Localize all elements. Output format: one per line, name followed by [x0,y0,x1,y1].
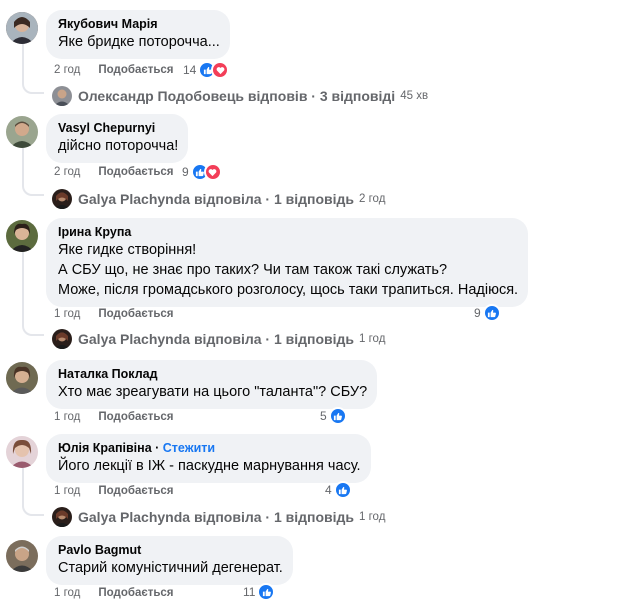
reaction-summary[interactable]: 11 [243,583,276,600]
thumbs-up-icon [328,407,347,425]
like-button[interactable]: Подобається [98,64,173,76]
like-button[interactable]: Подобається [98,166,173,178]
comment-time[interactable]: 2 год [54,64,80,76]
reaction-count: 14 [183,63,197,77]
comment-time[interactable]: 1 год [54,411,80,423]
avatar[interactable] [6,12,38,44]
thumbs-up-icon [333,481,352,499]
reaction-count: 9 [474,306,481,320]
like-button[interactable]: Подобається [98,587,173,599]
reply-avatar [52,189,72,209]
avatar[interactable] [6,362,38,394]
replies-time: 1 год [359,333,386,345]
comment-text: Хто має зреагувати на цього "таланта"? С… [58,384,368,400]
reaction-count: 4 [325,483,332,497]
reaction-count: 9 [182,165,189,179]
avatar[interactable] [6,116,38,148]
avatar[interactable] [6,436,38,468]
follow-button[interactable]: Стежити [163,441,215,455]
view-replies[interactable]: Galya Plachynda відповіла · 1 відповідь 1… [52,506,385,528]
thread-line [22,466,24,500]
reaction-count: 11 [243,585,256,599]
avatar[interactable] [6,540,38,572]
like-button[interactable]: Подобається [98,485,173,497]
thread-elbow [22,76,44,94]
thread-line [22,146,24,180]
reply-avatar [52,507,72,527]
comment-author[interactable]: Наталка Поклад [58,366,367,382]
reaction-summary[interactable]: 4 [325,481,352,499]
comment-text: Яке бридке поторочча... [58,34,220,50]
comment-author[interactable]: Vasyl Chepurnyi [58,120,178,136]
thread-elbow [22,318,44,336]
reaction-summary[interactable]: 9 [182,163,222,181]
thumbs-up-icon [482,304,501,322]
comment-bubble: Якубович Марія Яке бридке поторочча... [46,10,230,59]
reaction-summary[interactable]: 5 [320,407,347,425]
like-button[interactable]: Подобається [98,308,173,320]
replies-label[interactable]: Galya Plachynda відповіла · 1 відповідь [78,331,354,347]
view-replies[interactable]: Galya Plachynda відповіла · 1 відповідь 1… [52,328,385,350]
comment-time[interactable]: 2 год [54,166,80,178]
comment-meta: 1 год Подобається [54,483,174,499]
comment-text: Яке гидке створіння! [58,242,197,258]
replies-time: 1 год [359,511,386,523]
avatar[interactable] [6,220,38,252]
comment-time[interactable]: 1 год [54,485,80,497]
heart-icon [203,163,222,181]
comment-author[interactable]: Юлія Крапівіна · Стежити [58,440,361,456]
thread-line [22,250,24,320]
comment-meta: 1 год Подобається [54,585,174,600]
replies-label[interactable]: Galya Plachynda відповіла · 1 відповідь [78,509,354,525]
comment-author-name[interactable]: Юлія Крапівіна [58,441,152,455]
comment-text: Його лекції в ІЖ - паскудне марнування ч… [58,458,361,474]
comment-author[interactable]: Ірина Крупа [58,224,518,240]
comment-text: Старий комуністичний дегенерат. [58,560,283,576]
reaction-summary[interactable]: 14 [183,61,230,79]
comment-bubble: Pavlo Bagmut Старий комуністичний дегене… [46,536,293,585]
view-replies[interactable]: Олександр Подобовець відповів · 3 відпов… [52,85,428,107]
heart-icon [211,61,230,79]
comment-text: дійсно поторочча! [58,138,179,154]
thread-elbow [22,178,44,196]
replies-label[interactable]: Galya Plachynda відповіла · 1 відповідь [78,191,354,207]
reaction-count: 5 [320,409,327,423]
reaction-summary[interactable]: 9 [474,304,501,322]
like-button[interactable]: Подобається [98,411,173,423]
comment-time[interactable]: 1 год [54,308,80,320]
comment-meta: 2 год Подобається [54,164,174,180]
comment-time[interactable]: 1 год [54,587,80,599]
replies-time: 2 год [359,193,386,205]
view-replies[interactable]: Galya Plachynda відповіла · 1 відповідь 2… [52,188,385,210]
comment-meta: 1 год Подобається [54,306,174,322]
comment-bubble: Ірина Крупа Яке гидке створіння! А СБУ щ… [46,218,529,307]
comment-author[interactable]: Pavlo Bagmut [58,542,283,558]
comment-bubble: Юлія Крапівіна · Стежити Його лекції в І… [46,434,371,483]
comment-bubble: Vasyl Chepurnyi дійсно поторочча! [46,114,189,163]
replies-label[interactable]: Олександр Подобовець відповів · 3 відпов… [78,88,395,104]
thumbs-up-icon [257,583,276,600]
comment-text: Може, після громадського розголосу, щось… [58,282,519,298]
thread-line [22,42,24,78]
reply-avatar [52,86,72,106]
comment-author[interactable]: Якубович Марія [58,16,220,32]
comment-meta: 1 год Подобається [54,409,174,425]
comment-bubble: Наталка Поклад Хто має зреагувати на цьо… [46,360,378,409]
comment-meta: 2 год Подобається [54,62,174,78]
thread-elbow [22,498,44,516]
reply-avatar [52,329,72,349]
comment-text: А СБУ що, не знає про таких? Чи там тако… [58,262,448,278]
replies-time: 45 хв [400,90,429,102]
